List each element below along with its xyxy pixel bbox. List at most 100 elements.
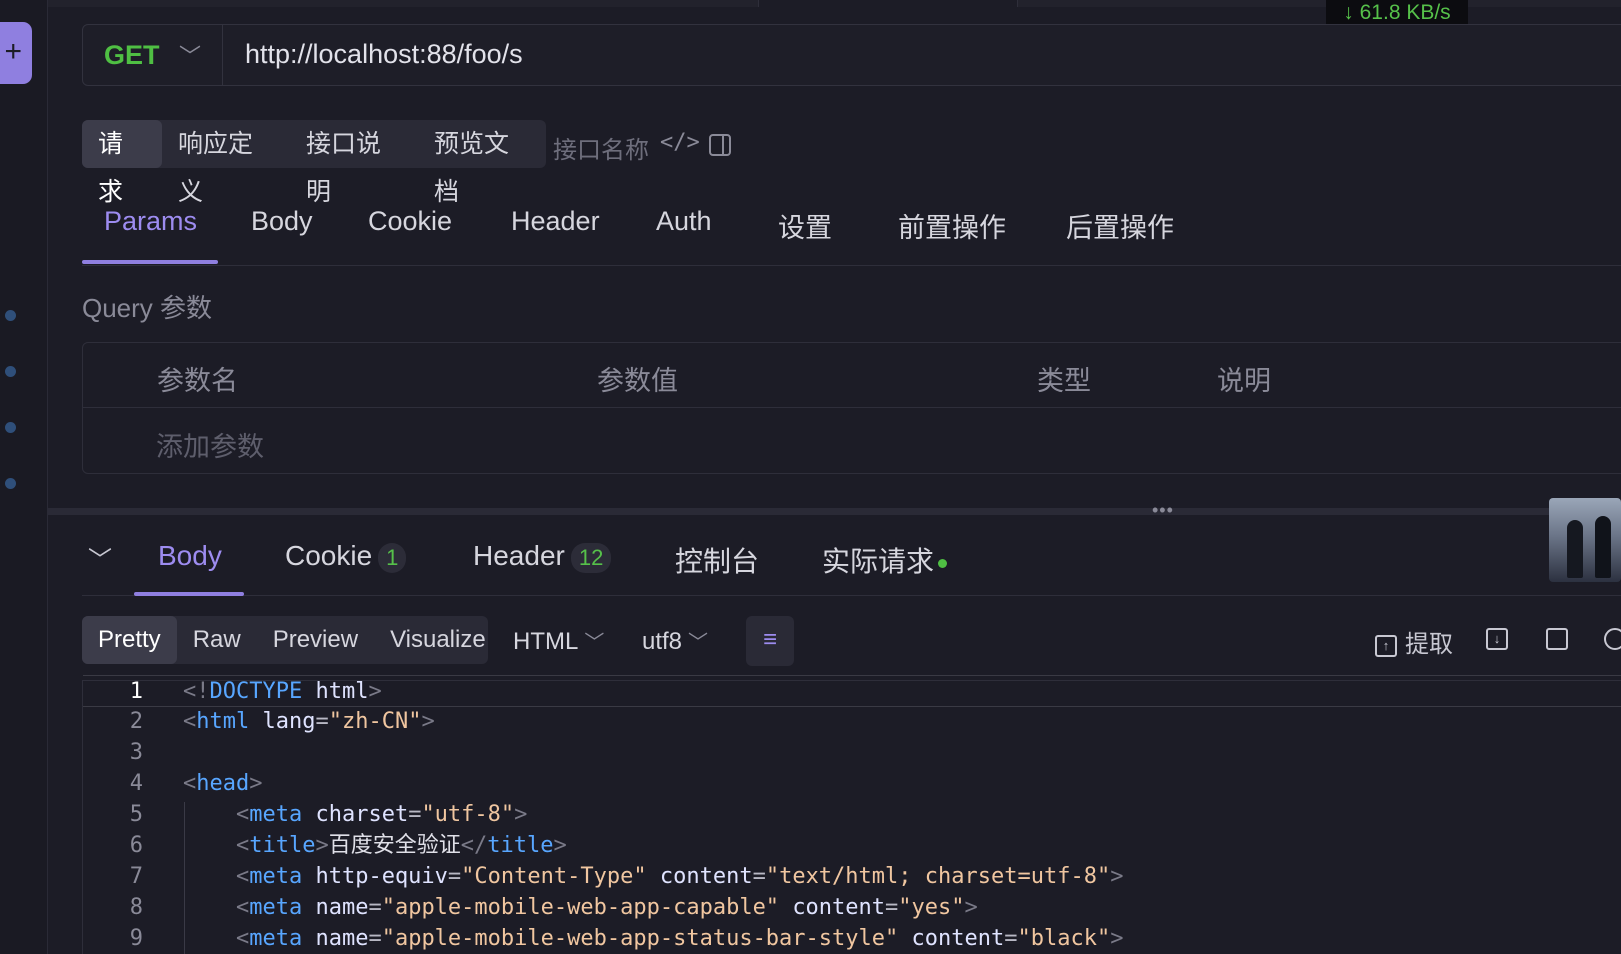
- view-mode-pretty[interactable]: Pretty: [82, 616, 177, 664]
- word-wrap-button[interactable]: ≡: [746, 616, 794, 666]
- line-number: 9: [129, 926, 143, 951]
- code-token: <: [183, 771, 197, 796]
- active-tab-indicator: [82, 260, 218, 264]
- add-button[interactable]: +: [0, 22, 32, 84]
- tab-label: Header: [473, 540, 565, 571]
- response-tab-header[interactable]: Header 12: [473, 540, 612, 573]
- side-panel-icon[interactable]: [709, 134, 731, 156]
- mode-tabs: 请求 响应定义 接口说明 预览文档: [82, 120, 546, 206]
- view-mode-visualize[interactable]: Visualize: [374, 616, 502, 664]
- code-token: >: [964, 895, 978, 920]
- url-input[interactable]: http://localhost:88/foo/s: [245, 39, 523, 70]
- panel-splitter[interactable]: [48, 508, 1621, 515]
- view-mode-raw[interactable]: Raw: [177, 616, 257, 664]
- tab-segment[interactable]: [758, 0, 1018, 7]
- code-text: <title>百度安全验证</title>: [183, 830, 567, 862]
- line-number: 6: [129, 833, 143, 858]
- method-select[interactable]: GET ﹀: [83, 25, 223, 85]
- tab-pre-actions[interactable]: 前置操作: [898, 206, 1006, 245]
- response-tab-console[interactable]: 控制台: [675, 540, 759, 580]
- rail-dot[interactable]: [5, 366, 16, 377]
- chevron-down-icon: ﹀: [584, 632, 605, 654]
- tab-post-actions[interactable]: 后置操作: [1066, 206, 1174, 245]
- code-line[interactable]: 7 <meta http-equiv="Content-Type" conten…: [83, 861, 1621, 893]
- response-tab-body[interactable]: Body: [158, 540, 222, 572]
- code-token: DOCTYPE: [209, 679, 303, 704]
- encoding-select[interactable]: utf8 ﹀: [642, 626, 708, 656]
- code-text: <meta charset="utf-8">: [183, 799, 527, 831]
- code-text: <head>: [183, 768, 262, 800]
- collapse-chevron-icon[interactable]: ﹀: [88, 540, 112, 575]
- tab-body[interactable]: Body: [251, 206, 313, 237]
- code-token: meta: [249, 926, 303, 951]
- code-token: "utf-8": [421, 802, 515, 827]
- tab-label: Cookie: [285, 540, 373, 571]
- rail-dot[interactable]: [5, 422, 16, 433]
- code-line[interactable]: 5 <meta charset="utf-8">: [83, 799, 1621, 831]
- code-token: =: [885, 895, 899, 920]
- code-token: name: [315, 895, 369, 920]
- code-editor[interactable]: 1 <!DOCTYPE html> 2 <html lang="zh-CN"> 3 4 <h…: [82, 675, 1621, 954]
- copy-icon: [1546, 627, 1568, 650]
- drag-handle-icon[interactable]: •••: [1152, 500, 1174, 521]
- status-dot-icon: [938, 559, 948, 569]
- line-number: 2: [129, 709, 143, 734]
- code-token: meta: [249, 864, 303, 889]
- response-tabs: ﹀ Body Cookie 1 Header 12 控制台 实际请求: [82, 526, 1621, 596]
- response-tab-actual-request[interactable]: 实际请求: [822, 540, 948, 580]
- download-button[interactable]: ↓: [1486, 624, 1516, 652]
- code-line[interactable]: 6 <title>百度安全验证</title>: [83, 830, 1621, 862]
- view-mode-preview[interactable]: Preview: [257, 616, 374, 664]
- format-select[interactable]: HTML ﹀: [513, 626, 604, 656]
- line-number: 1: [129, 679, 143, 704]
- response-tab-cookie[interactable]: Cookie 1: [285, 540, 407, 573]
- code-token: >: [368, 679, 382, 704]
- code-token: =: [752, 864, 766, 889]
- rail-dot[interactable]: [5, 478, 16, 489]
- code-line[interactable]: 8 <meta name="apple-mobile-web-app-capab…: [83, 892, 1621, 924]
- code-token: >: [315, 833, 329, 858]
- chevron-down-icon: ﹀: [179, 44, 202, 69]
- mode-tab-request[interactable]: 请求: [82, 120, 162, 206]
- code-token: http-equiv: [315, 864, 448, 889]
- tab-cookie[interactable]: Cookie: [368, 206, 452, 237]
- tab-settings[interactable]: 设置: [778, 206, 832, 245]
- query-section-title: Query 参数: [82, 293, 213, 323]
- code-token: meta: [249, 895, 303, 920]
- code-line[interactable]: 3: [83, 737, 1621, 769]
- thumbnail-figure: [1567, 520, 1583, 578]
- params-table: 参数名 参数值 类型 说明 添加参数: [82, 342, 1621, 474]
- copy-button[interactable]: [1546, 624, 1576, 652]
- code-line[interactable]: 4 <head>: [83, 768, 1621, 800]
- code-token: <: [235, 864, 250, 889]
- code-token: </: [460, 833, 488, 858]
- rail-dot[interactable]: [5, 310, 16, 321]
- count-badge: 12: [570, 542, 612, 573]
- code-line[interactable]: 1 <!DOCTYPE html>: [83, 675, 1621, 707]
- request-tabs: Params Body Cookie Header Auth 设置 前置操作 后…: [82, 200, 1621, 266]
- tab-header[interactable]: Header: [511, 206, 600, 237]
- search-button[interactable]: [1604, 624, 1621, 652]
- extract-button[interactable]: ↑ 提取: [1375, 624, 1453, 659]
- code-line[interactable]: 2 <html lang="zh-CN">: [83, 706, 1621, 738]
- mode-tab-preview-doc[interactable]: 预览文档: [418, 120, 546, 206]
- code-icon[interactable]: </>: [660, 130, 700, 155]
- mode-tab-response-def[interactable]: 响应定义: [162, 120, 290, 206]
- thumbnail-figure: [1595, 516, 1611, 578]
- code-token: <: [235, 833, 250, 858]
- tab-auth[interactable]: Auth: [656, 206, 712, 237]
- avatar-thumbnail[interactable]: [1549, 498, 1621, 582]
- wrap-icon: ≡: [762, 626, 777, 653]
- mode-tab-api-desc[interactable]: 接口说明: [290, 120, 418, 206]
- api-name-input[interactable]: 接口名称: [553, 130, 649, 165]
- add-param-input[interactable]: 添加参数: [156, 425, 264, 464]
- code-line[interactable]: 9 <meta name="apple-mobile-web-app-statu…: [83, 923, 1621, 954]
- tab-params[interactable]: Params: [104, 206, 197, 237]
- code-token: >: [553, 833, 567, 858]
